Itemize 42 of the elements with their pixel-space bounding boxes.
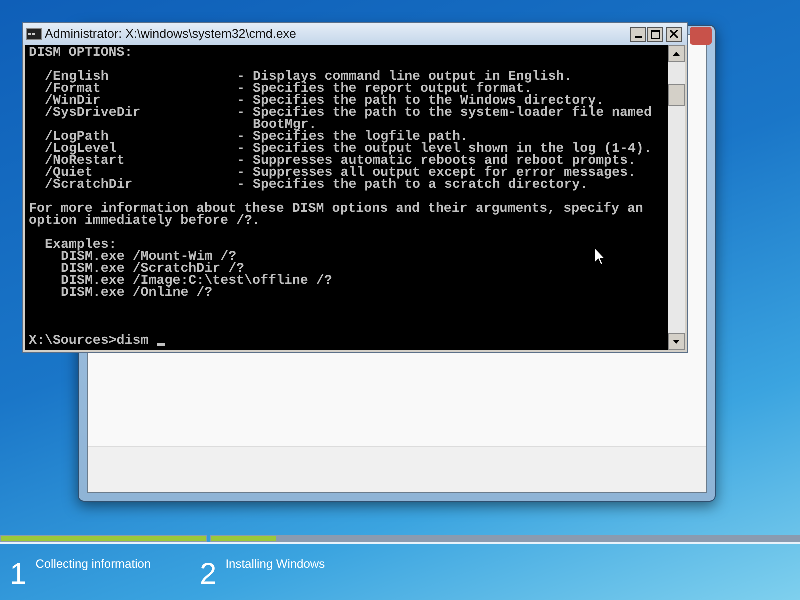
minimize-button[interactable]: [630, 26, 646, 42]
option-name: /SysDriveDir: [45, 105, 141, 120]
option-description: - Suppresses automatic reboots and reboot prompts.: [237, 155, 636, 167]
step-number: 2: [200, 557, 217, 593]
option-description: - Specifies the path to the Windows directory.: [237, 95, 604, 107]
option-description: - Suppresses all output except for error messages.: [237, 167, 636, 179]
close-button[interactable]: [666, 26, 682, 42]
close-icon: [670, 30, 678, 38]
option-description: - Specifies the path to a scratch directory.: [237, 179, 588, 191]
scrollbar[interactable]: [668, 45, 685, 350]
option-description: BootMgr.: [253, 119, 317, 131]
help-note-line: option immediately before /?.: [29, 213, 260, 228]
option-name: /English: [45, 69, 109, 84]
scroll-down-button[interactable]: [668, 333, 685, 350]
console-heading: DISM OPTIONS:: [29, 45, 133, 60]
maximize-icon: [650, 30, 660, 38]
example-command: DISM.exe /Image:C:\test\offline /?: [61, 273, 332, 288]
option-name: /ScratchDir: [45, 177, 133, 192]
command-prompt: X:\Sources>dism: [29, 333, 149, 348]
step-number: 1: [10, 557, 27, 593]
option-description: - Displays command line output in English.: [237, 71, 572, 83]
option-name: /Quiet: [45, 165, 93, 180]
scroll-thumb[interactable]: [668, 84, 685, 106]
minimize-icon: [634, 36, 642, 38]
option-name: /LogPath: [45, 129, 109, 144]
text-cursor: [156, 343, 165, 346]
mouse-pointer-icon: [594, 247, 606, 266]
console-icon: [26, 28, 42, 40]
option-description: - Specifies the logfile path.: [237, 131, 468, 143]
option-description: - Specifies the report output format.: [237, 83, 532, 95]
down-arrow-icon: [673, 340, 680, 344]
window-title: Administrator: X:\windows\system32\cmd.exe: [45, 26, 296, 43]
maximize-button[interactable]: [647, 26, 663, 42]
option-description: - Specifies the output level shown in the log (1-4).: [237, 143, 652, 155]
examples-heading: Examples:: [45, 237, 117, 252]
option-description: - Specifies the path to the system-loader file named: [237, 107, 652, 119]
example-command: DISM.exe /Online /?: [61, 285, 213, 300]
scroll-up-button[interactable]: [668, 45, 685, 62]
step-label: Installing Windows: [226, 556, 326, 573]
up-arrow-icon: [673, 52, 680, 56]
option-name: /LogLevel: [45, 141, 117, 156]
step-label: Collecting information: [36, 556, 152, 573]
